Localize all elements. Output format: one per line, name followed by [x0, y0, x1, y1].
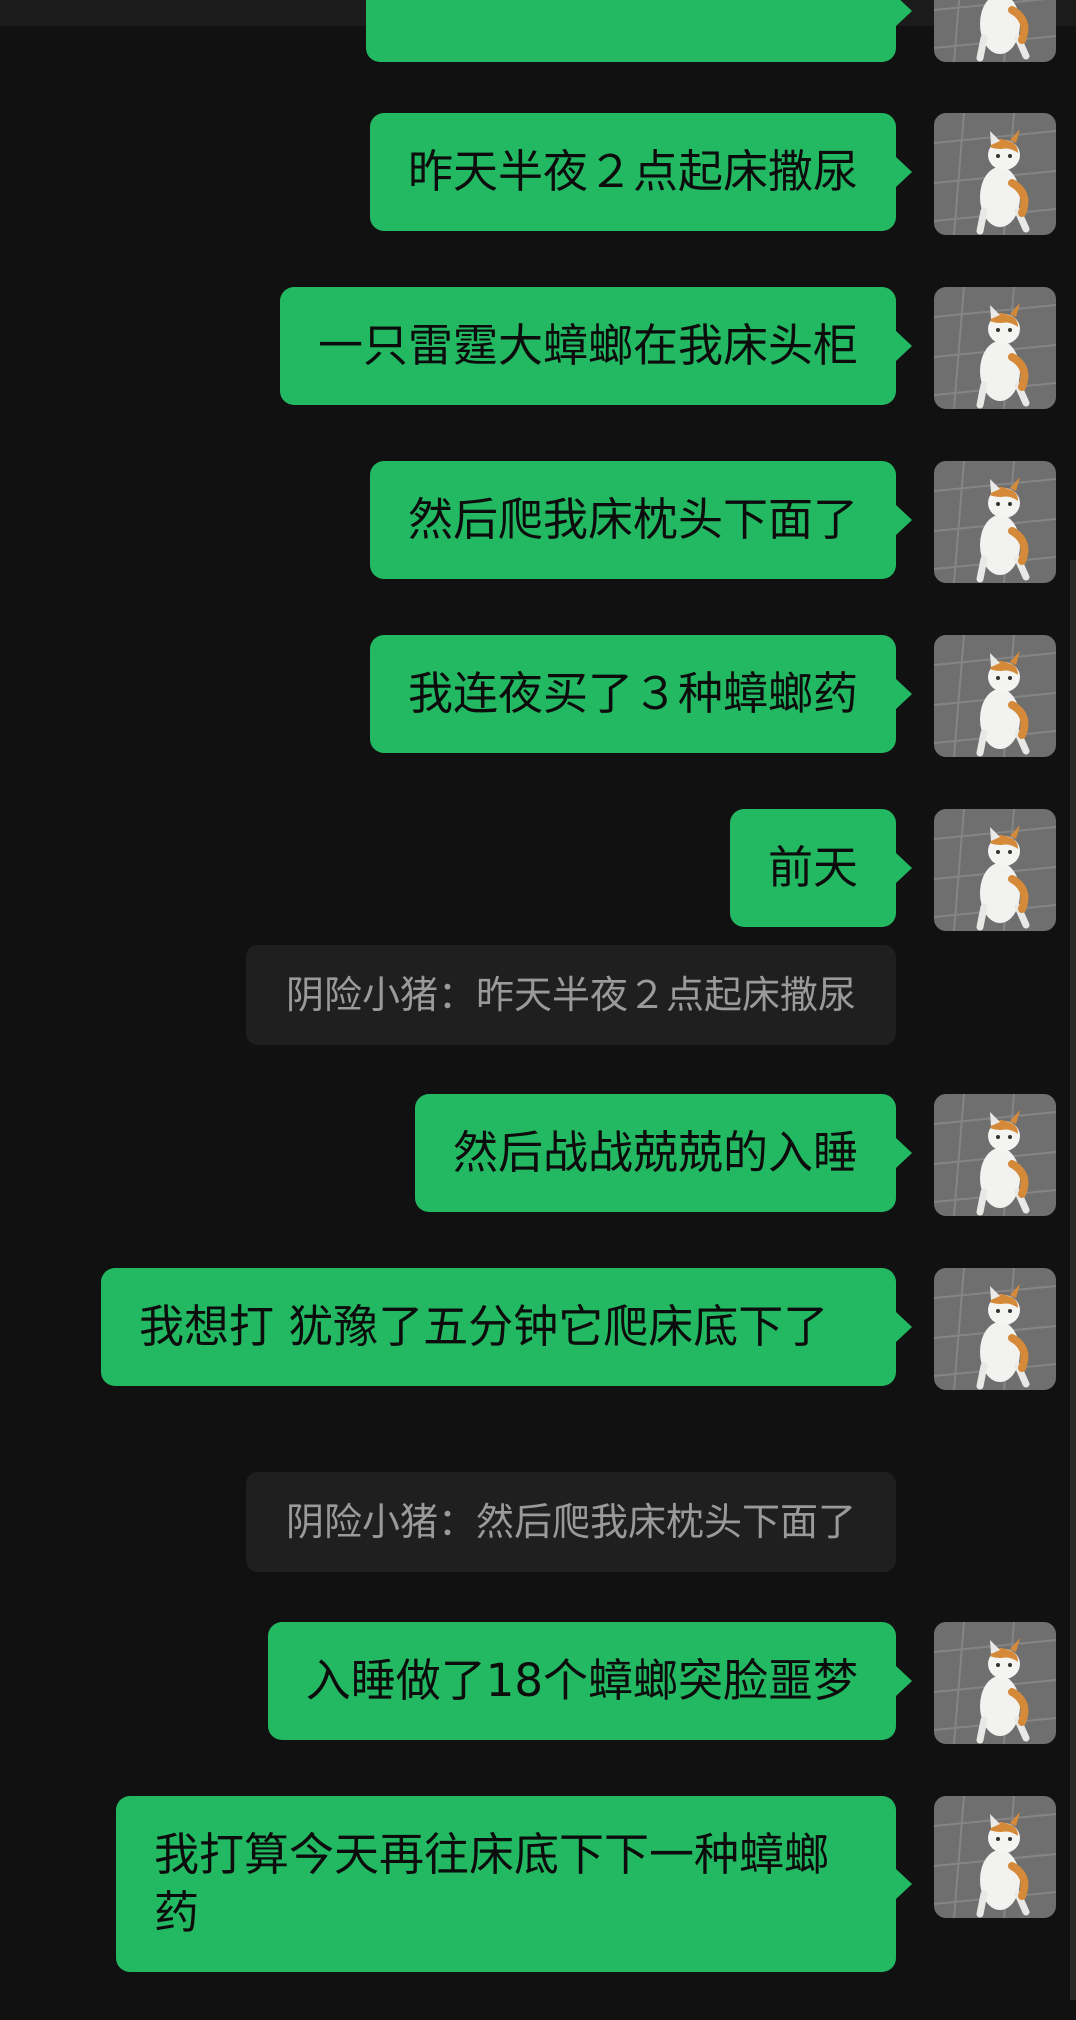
message-bubble[interactable]: 我想打 犹豫了五分钟它爬床底下了: [101, 1268, 912, 1386]
message-bubble[interactable]: 一只雷霆大蟑螂在我床头柜: [279, 287, 913, 405]
cat-avatar-icon[interactable]: [934, 635, 1056, 757]
message-bubble-partial[interactable]: [366, 0, 912, 62]
message-bubble[interactable]: 我连夜买了３种蟑螂药: [369, 635, 913, 753]
scrollbar[interactable]: [1070, 560, 1076, 2000]
cat-avatar-icon[interactable]: [934, 1094, 1056, 1216]
cat-avatar-icon[interactable]: [934, 1622, 1056, 1744]
message-bubble[interactable]: 我打算今天再往床底下下一种蟑螂药: [116, 1796, 912, 1972]
message-bubble[interactable]: 然后战战兢兢的入睡: [414, 1094, 913, 1212]
message-bubble[interactable]: 然后爬我床枕头下面了: [369, 461, 913, 579]
cat-avatar-icon[interactable]: [934, 1796, 1056, 1918]
cat-avatar-icon[interactable]: [934, 287, 1056, 409]
cat-avatar-icon[interactable]: [934, 461, 1056, 583]
message-bubble[interactable]: 入睡做了18个蟑螂突脸噩梦: [267, 1622, 913, 1740]
quoted-message[interactable]: 阴险小猪：然后爬我床枕头下面了: [245, 1472, 896, 1572]
cat-avatar-icon[interactable]: [934, 113, 1056, 235]
message-bubble[interactable]: 昨天半夜２点起床撒尿: [369, 113, 913, 231]
quoted-message[interactable]: 阴险小猪：昨天半夜２点起床撒尿: [245, 945, 896, 1045]
cat-avatar-icon[interactable]: [934, 1268, 1056, 1390]
cat-avatar-icon[interactable]: [934, 809, 1056, 931]
cat-avatar-icon[interactable]: [934, 0, 1056, 62]
message-bubble[interactable]: 前天: [729, 809, 913, 927]
